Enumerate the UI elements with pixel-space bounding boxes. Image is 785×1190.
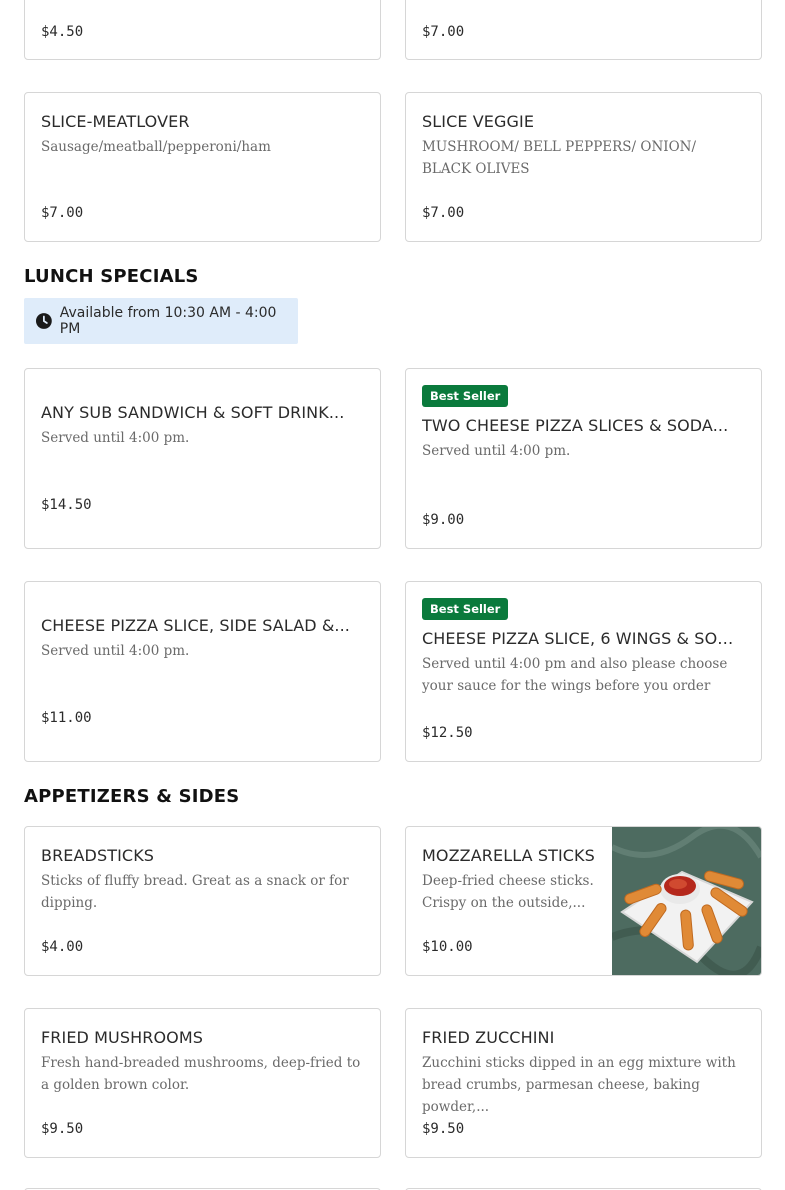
best-seller-badge: Best Seller bbox=[422, 385, 509, 407]
menu-item-two-cheese-slices-soda[interactable]: Best Seller TWO CHEESE PIZZA SLICES & SO… bbox=[405, 368, 762, 549]
item-price: $7.00 bbox=[422, 205, 465, 221]
item-price: $4.00 bbox=[41, 939, 84, 955]
item-price: $9.00 bbox=[422, 512, 465, 528]
item-price: $9.50 bbox=[41, 1121, 84, 1137]
mozzarella-sticks-photo bbox=[612, 827, 761, 975]
item-name: BREADSTICKS bbox=[41, 846, 155, 865]
item-description: Served until 4:00 pm. bbox=[41, 643, 190, 659]
item-price: $7.00 bbox=[422, 24, 465, 40]
menu-item-fried-mushrooms[interactable]: FRIED MUSHROOMS Fresh hand-breaded mushr… bbox=[24, 1008, 381, 1158]
item-price: $14.50 bbox=[41, 497, 92, 513]
menu-item-fried-zucchini[interactable]: FRIED ZUCCHINI Zucchini sticks dipped in… bbox=[405, 1008, 762, 1158]
item-description: Served until 4:00 pm. bbox=[41, 430, 190, 446]
item-name: CHEESE PIZZA SLICE, 6 WINGS & SODA... bbox=[422, 629, 745, 648]
item-description: MUSHROOM/ BELL PEPPERS/ ONION/ BLACK OLI… bbox=[422, 139, 697, 177]
item-name: FRIED ZUCCHINI bbox=[422, 1028, 555, 1047]
availability-text: Available from 10:30 AM - 4:00 PM bbox=[59, 305, 277, 337]
menu-item-cheese-slice-salad[interactable]: CHEESE PIZZA SLICE, SIDE SALAD &... Serv… bbox=[24, 581, 381, 762]
availability-banner: Available from 10:30 AM - 4:00 PM bbox=[24, 298, 298, 344]
menu-item-cheese-slice-wings-soda[interactable]: Best Seller CHEESE PIZZA SLICE, 6 WINGS … bbox=[405, 581, 762, 762]
menu-item-slice-meatlover[interactable]: SLICE-MEATLOVER Sausage/meatball/peppero… bbox=[24, 92, 381, 242]
item-description: Served until 4:00 pm and also please cho… bbox=[422, 656, 728, 694]
menu-item-card[interactable]: $4.50 bbox=[24, 0, 381, 60]
best-seller-badge: Best Seller bbox=[422, 598, 509, 620]
item-name: FRIED MUSHROOMS bbox=[41, 1028, 204, 1047]
item-price: $7.00 bbox=[41, 205, 84, 221]
menu-item-card[interactable]: $7.00 bbox=[405, 0, 762, 60]
section-title-lunch-specials: LUNCH SPECIALS bbox=[24, 266, 199, 287]
item-name: TWO CHEESE PIZZA SLICES & SODA... bbox=[422, 416, 729, 435]
item-description: Zucchini sticks dipped in an egg mixture… bbox=[422, 1055, 736, 1115]
item-name: ANY SUB SANDWICH & SOFT DRINK... bbox=[41, 403, 345, 422]
menu-item-breadsticks[interactable]: BREADSTICKS Sticks of fluffy bread. Grea… bbox=[24, 826, 381, 976]
menu-item-slice-veggie[interactable]: SLICE VEGGIE MUSHROOM/ BELL PEPPERS/ ONI… bbox=[405, 92, 762, 242]
menu-item-sub-sandwich-drink[interactable]: ANY SUB SANDWICH & SOFT DRINK... Served … bbox=[24, 368, 381, 549]
item-price: $10.00 bbox=[422, 939, 473, 955]
item-description: Served until 4:00 pm. bbox=[422, 443, 571, 459]
item-name: MOZZARELLA STICKS bbox=[422, 846, 595, 865]
item-name: CHEESE PIZZA SLICE, SIDE SALAD &... bbox=[41, 616, 350, 635]
item-price: $9.50 bbox=[422, 1121, 465, 1137]
item-description: Deep-fried cheese sticks. Crispy on the … bbox=[422, 873, 594, 911]
clock-icon bbox=[36, 313, 52, 329]
menu-item-mozzarella-sticks[interactable]: MOZZARELLA STICKS Deep-fried cheese stic… bbox=[405, 826, 762, 976]
item-description: Sausage/meatball/pepperoni/ham bbox=[41, 139, 271, 155]
section-title-appetizers-sides: APPETIZERS & SIDES bbox=[24, 786, 240, 807]
item-description: Fresh hand-breaded mushrooms, deep-fried… bbox=[41, 1055, 361, 1093]
item-name: SLICE VEGGIE bbox=[422, 112, 535, 131]
item-price: $12.50 bbox=[422, 725, 473, 741]
item-name: SLICE-MEATLOVER bbox=[41, 112, 190, 131]
item-description: Sticks of fluffy bread. Great as a snack… bbox=[41, 873, 349, 911]
item-price: $4.50 bbox=[41, 24, 84, 40]
item-price: $11.00 bbox=[41, 710, 92, 726]
